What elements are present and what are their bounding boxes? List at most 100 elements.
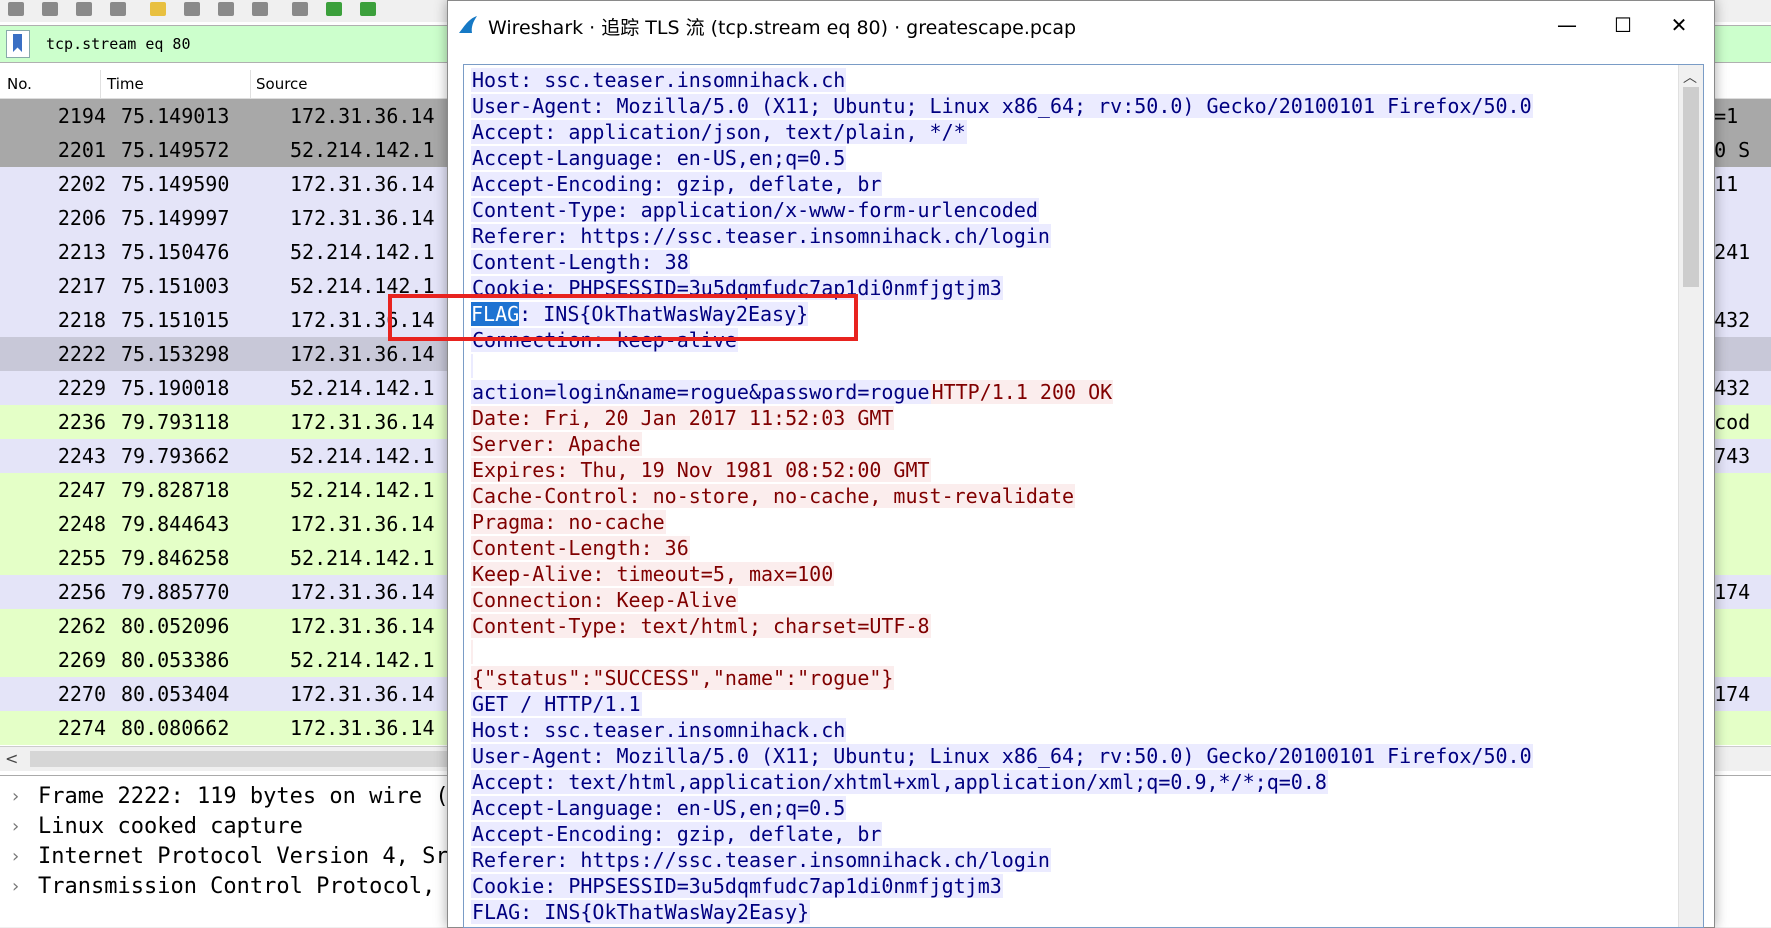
packet-cell-src: 172.31.36.14 xyxy=(290,580,435,604)
stream-content[interactable]: Host: ssc.teaser.insomnihack.ch User-Agen… xyxy=(463,64,1704,928)
packet-cell-time: 79.846258 xyxy=(121,546,230,570)
packet-cell-time: 79.844643 xyxy=(121,512,230,536)
packet-cell-no: 2217 xyxy=(57,274,106,298)
toolbar-icon[interactable] xyxy=(76,2,92,16)
packet-cell-no: 2269 xyxy=(57,648,106,672)
column-header-no[interactable]: No. xyxy=(7,75,32,93)
packet-cell-time: 75.149997 xyxy=(121,206,230,230)
column-header-time[interactable]: Time xyxy=(107,75,144,93)
packet-cell-no: 2274 xyxy=(57,716,106,740)
stream-line: Cookie: PHPSESSID=3u5dqmfudc7ap1di0nmfjg… xyxy=(471,874,1003,898)
packet-cell-src: 172.31.36.14 xyxy=(290,682,435,706)
stream-line: action=login&name=rogue&password=rogue HT… xyxy=(471,380,1114,404)
stream-line: GET / HTTP/1.1 xyxy=(471,692,642,716)
packet-cell-no: 2229 xyxy=(57,376,106,400)
vertical-scrollbar[interactable]: ︿ xyxy=(1678,65,1703,927)
stream-line: Host: ssc.teaser.insomnihack.ch xyxy=(471,718,847,742)
toolbar-icon[interactable] xyxy=(42,2,58,16)
chevron-right-icon[interactable]: › xyxy=(12,810,19,844)
scrollbar-thumb[interactable] xyxy=(1683,87,1699,287)
stream-line: Referer: https://ssc.teaser.insomnihack.… xyxy=(471,224,1051,248)
stream-line: Accept: text/html,application/xhtml+xml,… xyxy=(471,770,1328,794)
stream-line: Content-Type: application/x-www-form-url… xyxy=(471,198,1039,222)
toolbar-icon[interactable] xyxy=(184,2,200,16)
packet-cell-src: 172.31.36.14 xyxy=(290,410,435,434)
packet-cell-src: 172.31.36.14 xyxy=(290,206,435,230)
stream-line: Cache-Control: no-store, no-cache, must-… xyxy=(471,484,1076,508)
packet-cell-time: 75.149572 xyxy=(121,138,230,162)
packet-cell-time: 75.190018 xyxy=(121,376,230,400)
back-icon[interactable] xyxy=(326,2,342,16)
toolbar-icon[interactable] xyxy=(252,2,268,16)
packet-cell-no: 2262 xyxy=(57,614,106,638)
flag-highlight-box xyxy=(388,294,858,341)
dialog-titlebar[interactable]: Wireshark · 追踪 TLS 流 (tcp.stream eq 80) … xyxy=(448,1,1714,49)
chevron-right-icon[interactable]: › xyxy=(12,840,19,874)
chevron-right-icon[interactable]: › xyxy=(12,780,19,814)
packet-cell-time: 80.053404 xyxy=(121,682,230,706)
stream-line: User-Agent: Mozilla/5.0 (X11; Ubuntu; Li… xyxy=(471,94,1533,118)
toolbar-icon[interactable] xyxy=(8,2,24,16)
stream-line: Host: ssc.teaser.insomnihack.ch xyxy=(471,68,847,92)
packet-cell-src: 172.31.36.14 xyxy=(290,104,435,128)
stream-line: Keep-Alive: timeout=5, max=100 xyxy=(471,562,835,586)
packet-cell-no: 2218 xyxy=(57,308,106,332)
bookmark-icon[interactable] xyxy=(6,30,30,58)
stream-line: Content-Length: 36 xyxy=(471,536,690,560)
packet-cell-no: 2202 xyxy=(57,172,106,196)
stream-line: Content-Type: text/html; charset=UTF-8 xyxy=(471,614,931,638)
scroll-up-icon[interactable]: ︿ xyxy=(1683,67,1697,87)
packet-cell-no: 2248 xyxy=(57,512,106,536)
wireshark-fin-icon xyxy=(459,16,477,33)
packet-cell-no: 2256 xyxy=(57,580,106,604)
forward-icon[interactable] xyxy=(360,2,376,16)
stream-line: Content-Length: 38 xyxy=(471,250,690,274)
packet-cell-time: 75.151003 xyxy=(121,274,230,298)
search-icon[interactable] xyxy=(292,2,308,16)
packet-cell-src: 52.214.142.1 xyxy=(290,546,435,570)
stream-line: Accept-Language: en-US,en;q=0.5 xyxy=(471,146,847,170)
packet-cell-time: 75.149013 xyxy=(121,104,230,128)
stream-line xyxy=(471,639,1661,665)
packet-cell-no: 2236 xyxy=(57,410,106,434)
stream-line: Pragma: no-cache xyxy=(471,510,666,534)
packet-cell-no: 2270 xyxy=(57,682,106,706)
packet-cell-no: 2194 xyxy=(57,104,106,128)
packet-cell-src: 172.31.36.14 xyxy=(290,512,435,536)
toolbar-icon[interactable] xyxy=(150,2,166,16)
chevron-right-icon[interactable]: › xyxy=(12,870,19,904)
column-header-source[interactable]: Source xyxy=(256,75,308,93)
stream-line: Accept-Language: en-US,en;q=0.5 xyxy=(471,796,847,820)
close-button[interactable]: ✕ xyxy=(1656,9,1702,41)
stream-line xyxy=(471,353,1661,379)
packet-cell-no: 2222 xyxy=(57,342,106,366)
stream-text: Host: ssc.teaser.insomnihack.ch User-Agen… xyxy=(471,67,1661,925)
scroll-left-icon[interactable]: < xyxy=(5,749,18,768)
packet-cell-time: 75.150476 xyxy=(121,240,230,264)
minimize-button[interactable]: — xyxy=(1544,9,1590,41)
packet-cell-src: 172.31.36.14 xyxy=(290,342,435,366)
packet-cell-time: 80.053386 xyxy=(121,648,230,672)
follow-stream-dialog: Wireshark · 追踪 TLS 流 (tcp.stream eq 80) … xyxy=(447,0,1715,928)
packet-cell-time: 79.828718 xyxy=(121,478,230,502)
packet-cell-src: 172.31.36.14 xyxy=(290,614,435,638)
packet-cell-src: 52.214.142.1 xyxy=(290,138,435,162)
toolbar-icon[interactable] xyxy=(218,2,234,16)
packet-cell-src: 172.31.36.14 xyxy=(290,716,435,740)
maximize-button[interactable]: ☐ xyxy=(1600,9,1646,41)
stream-line: User-Agent: Mozilla/5.0 (X11; Ubuntu; Li… xyxy=(471,744,1533,768)
display-filter-input[interactable]: tcp.stream eq 80 xyxy=(46,35,191,53)
packet-cell-time: 75.153298 xyxy=(121,342,230,366)
packet-cell-time: 79.793118 xyxy=(121,410,230,434)
packet-cell-src: 52.214.142.1 xyxy=(290,376,435,400)
packet-cell-time: 75.151015 xyxy=(121,308,230,332)
stream-line: Date: Fri, 20 Jan 2017 11:52:03 GMT xyxy=(471,406,895,430)
packet-cell-no: 2213 xyxy=(57,240,106,264)
stream-line: Accept: application/json, text/plain, */… xyxy=(471,120,967,144)
packet-cell-time: 75.149590 xyxy=(121,172,230,196)
stream-line: {"status":"SUCCESS","name":"rogue"} xyxy=(471,666,895,690)
toolbar-icon[interactable] xyxy=(110,2,126,16)
stream-line: FLAG: INS{OkThatWasWay2Easy} xyxy=(471,900,811,924)
packet-cell-no: 2247 xyxy=(57,478,106,502)
packet-cell-no: 2255 xyxy=(57,546,106,570)
